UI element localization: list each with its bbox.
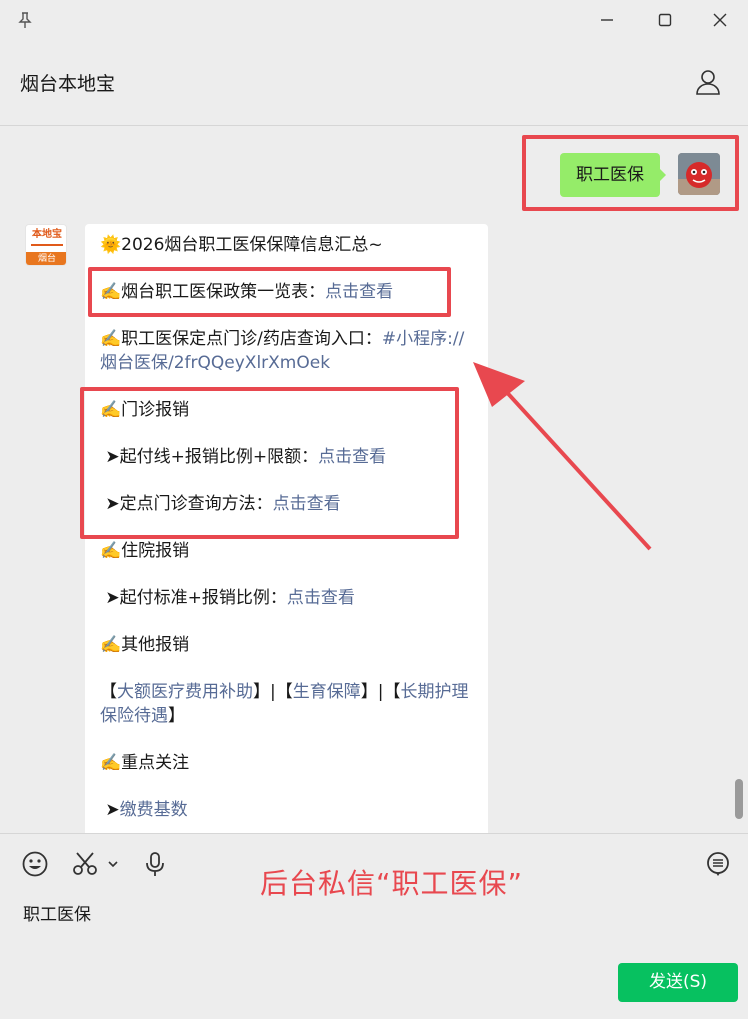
user-profile-icon[interactable] (694, 68, 722, 96)
message-line: ✍️重点关注 (100, 753, 190, 773)
chat-history-icon[interactable] (704, 850, 732, 878)
message-line: 🌞2026烟台职工医保保障信息汇总~ (100, 235, 383, 255)
message-line: 【大额医疗费用补助】|【生育保障】|【长期护理保险待遇】 (100, 682, 469, 726)
message-line: ➤缴费基数 (105, 800, 188, 820)
annotation-arrow-icon (473, 362, 652, 551)
message-area[interactable]: 职工医保 本地宝 烟台 🌞2026烟台职工医保保障信息汇总~ ✍️烟台职工医保政… (0, 127, 748, 833)
pin-icon[interactable] (16, 11, 34, 29)
highlight-box-policy (88, 267, 451, 317)
official-account-avatar[interactable]: 本地宝 烟台 (25, 224, 67, 266)
title-bar (0, 0, 748, 40)
close-icon[interactable] (710, 10, 730, 30)
input-toolbar: 后台私信“职工医保” 职工医保 发送(S) (0, 833, 748, 1019)
maternity-link[interactable]: 生育保障 (293, 682, 361, 702)
contribution-base-link[interactable]: 缴费基数 (120, 800, 188, 820)
promo-annotation: 后台私信“职工医保” (260, 867, 524, 900)
chat-title: 烟台本地宝 (20, 73, 116, 95)
hospital-ratio-link[interactable]: 点击查看 (287, 588, 355, 608)
send-button[interactable]: 发送(S) (618, 963, 738, 1002)
avatar-logo-text: 本地宝 (32, 229, 62, 240)
scrollbar[interactable] (735, 779, 743, 819)
maximize-icon[interactable] (655, 10, 675, 30)
message-line: ➤起付标准+报销比例：点击查看 (105, 588, 355, 608)
microphone-icon[interactable] (141, 850, 169, 878)
chevron-down-icon[interactable] (106, 850, 120, 878)
highlight-box-outgoing (522, 135, 739, 211)
chat-header: 烟台本地宝 (0, 40, 748, 126)
scissors-icon[interactable] (71, 850, 99, 878)
message-input[interactable]: 职工医保 (23, 900, 91, 925)
minimize-icon[interactable] (597, 10, 617, 30)
chat-window: 烟台本地宝 职工医保 本地宝 烟台 🌞2026烟台职工医保保障信息汇总~ ✍️烟… (0, 0, 748, 1019)
major-medical-link[interactable]: 大额医疗费用补助 (117, 682, 253, 702)
highlight-box-outpatient (80, 387, 459, 539)
message-line: ✍️其他报销 (100, 635, 190, 655)
emoji-icon[interactable] (21, 850, 49, 878)
message-line: ✍️住院报销 (100, 541, 190, 561)
message-line: ✍️职工医保定点门诊/药店查询入口：#小程序://烟台医保/2frQQeyXlr… (100, 329, 465, 373)
avatar-city-text: 烟台 (26, 252, 66, 265)
